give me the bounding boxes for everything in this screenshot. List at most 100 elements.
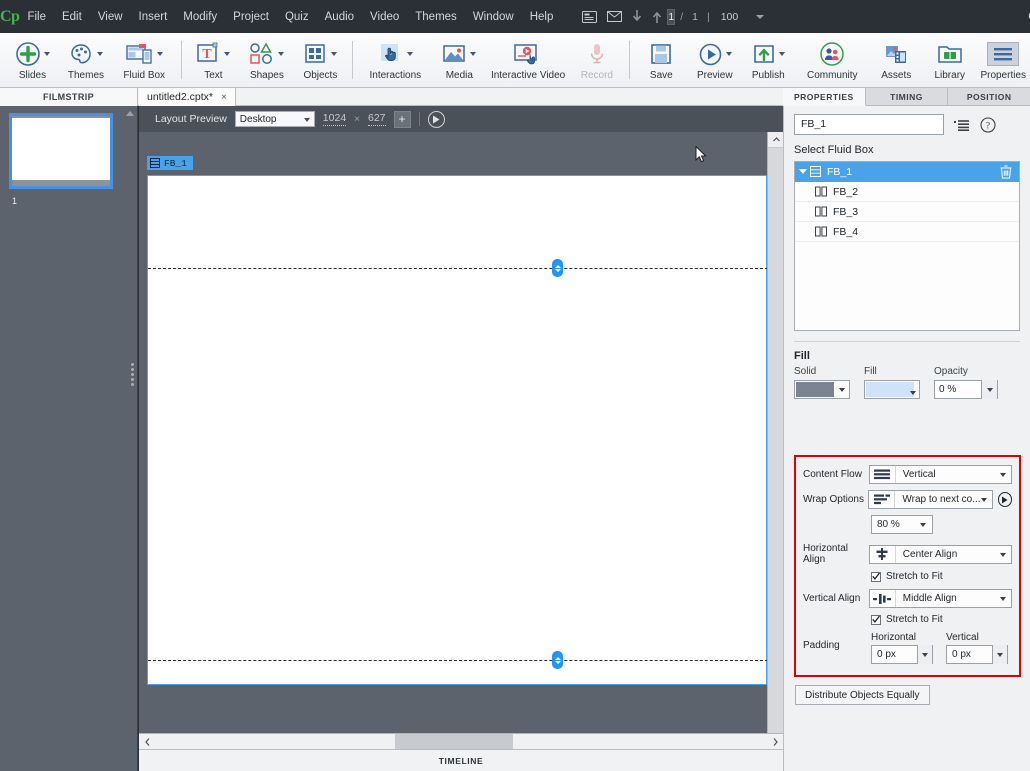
fluid-box-name-input[interactable]: FB_1 [794, 114, 944, 135]
vertical-stretch-to-fit-row[interactable]: Stretch to Fit [871, 614, 1012, 625]
solid-color-picker[interactable] [794, 380, 850, 399]
tab-properties[interactable]: PROPERTIES [783, 88, 866, 106]
zoom-dropdown-arrow[interactable] [744, 15, 780, 19]
chevron-down-icon[interactable] [157, 52, 163, 56]
wrap-percent-select[interactable]: 80 % [871, 515, 933, 534]
menu-modify[interactable]: Modify [175, 7, 225, 27]
chevron-down-icon[interactable] [726, 52, 732, 56]
preview-width[interactable]: 1024 [323, 112, 346, 126]
menu-quiz[interactable]: Quiz [277, 7, 317, 27]
toolbar-preview-button[interactable]: Preview [688, 37, 741, 81]
toolbar-assets-button[interactable]: Assets [870, 37, 923, 81]
toolbar-interactions-button[interactable]: Interactions [358, 37, 433, 81]
menu-file[interactable]: File [19, 7, 54, 27]
canvas-vertical-scrollbar[interactable] [767, 132, 783, 755]
content-flow-select[interactable]: Vertical [869, 465, 1012, 484]
scroll-left-button[interactable] [139, 734, 155, 749]
fluid-box-tree[interactable]: FB_1 FB_2 FB_3 [794, 161, 1020, 331]
current-slide-input[interactable]: 1 [667, 9, 675, 25]
toolbar-fluid-box-button[interactable]: Fluid Box [113, 37, 176, 81]
tab-timing[interactable]: TIMING [866, 88, 949, 106]
filmstrip-resize-handle[interactable] [129, 356, 136, 392]
close-icon[interactable]: × [221, 92, 227, 103]
checkbox-checked-icon[interactable] [871, 615, 881, 625]
fill-color-swatch[interactable] [866, 382, 914, 397]
horizontal-align-select[interactable]: Center Align [869, 545, 1012, 564]
fill-color-picker[interactable] [864, 380, 920, 399]
fluid-box-row-fb2[interactable]: FB_2 [795, 182, 1019, 202]
menu-help[interactable]: Help [522, 7, 562, 27]
chevron-up-icon[interactable] [126, 111, 134, 116]
canvas-horizontal-scrollbar[interactable] [139, 733, 783, 749]
checkbox-checked-icon[interactable] [871, 572, 881, 582]
zoom-level[interactable]: 100 [715, 11, 745, 23]
chevron-down-icon[interactable] [97, 52, 103, 56]
horizontal-scroll-thumb[interactable] [395, 734, 513, 749]
toolbar-slides-button[interactable]: Slides [6, 37, 59, 81]
add-breakpoint-button[interactable]: + [394, 111, 411, 128]
toolbar-properties-button[interactable]: Properties [976, 37, 1029, 81]
document-tab[interactable]: untitled2.cptx* × [139, 88, 236, 106]
resize-vertical-handle[interactable] [552, 651, 563, 669]
solid-color-swatch[interactable] [796, 382, 834, 397]
menu-edit[interactable]: Edit [54, 7, 90, 27]
menu-project[interactable]: Project [225, 7, 277, 27]
mail-icon[interactable] [602, 9, 627, 24]
scroll-right-button[interactable] [767, 734, 783, 749]
slide-thumbnail[interactable] [9, 113, 113, 189]
slide-stage[interactable]: FB_1 [139, 132, 767, 755]
toolbar-save-button[interactable]: Save [635, 37, 688, 81]
menu-audio[interactable]: Audio [317, 7, 362, 27]
toolbar-themes-button[interactable]: Themes [59, 37, 112, 81]
help-circle-icon[interactable]: ? [980, 117, 996, 133]
arrow-up-icon[interactable] [647, 8, 667, 25]
horizontal-scroll-track[interactable] [155, 734, 767, 749]
padding-vertical-input[interactable]: 0 px [946, 645, 1008, 664]
toolbar-objects-button[interactable]: Objects [294, 37, 347, 81]
chevron-down-icon[interactable] [470, 52, 476, 56]
menu-window[interactable]: Window [465, 7, 522, 27]
list-menu-icon[interactable] [954, 118, 970, 132]
chevron-down-icon[interactable] [224, 52, 230, 56]
play-circle-icon[interactable] [428, 111, 445, 128]
chevron-down-icon[interactable] [331, 52, 337, 56]
toolbar-text-button[interactable]: T Text [187, 37, 240, 81]
scroll-up-button[interactable] [768, 132, 784, 148]
distribute-objects-equally-button[interactable]: Distribute Objects Equally [795, 685, 930, 705]
toolbar-media-button[interactable]: Media [433, 37, 486, 81]
toolbar-shapes-button[interactable]: Shapes [240, 37, 293, 81]
padding-horizontal-input[interactable]: 0 px [871, 645, 933, 664]
chevron-down-icon[interactable] [779, 52, 785, 56]
horizontal-stretch-to-fit-row[interactable]: Stretch to Fit [871, 571, 1012, 582]
toolbar-library-button[interactable]: Library [923, 37, 976, 81]
toolbar-publish-button[interactable]: Publish [742, 37, 795, 81]
filmstrip-panel-tab[interactable]: FILMSTRIP [0, 88, 138, 106]
caret-down-icon[interactable] [799, 169, 807, 174]
trash-icon[interactable] [1000, 165, 1012, 179]
timeline-panel-header[interactable]: TIMELINE [139, 749, 783, 771]
resize-vertical-handle[interactable] [552, 259, 563, 277]
chevron-down-icon[interactable] [278, 52, 284, 56]
slide-canvas[interactable] [147, 175, 767, 685]
padding-vertical-stepper[interactable] [992, 645, 1007, 664]
device-select[interactable]: Desktop [235, 111, 315, 127]
chevron-down-icon[interactable] [839, 388, 845, 392]
arrow-down-icon[interactable] [627, 8, 647, 25]
slide-thumbnail-item[interactable] [9, 113, 113, 189]
vertical-align-select[interactable]: Middle Align [869, 589, 1012, 608]
presentation-icon[interactable] [577, 9, 602, 25]
chevron-down-icon[interactable] [910, 391, 916, 395]
menu-themes[interactable]: Themes [407, 7, 465, 27]
chevron-down-icon[interactable] [407, 52, 413, 56]
fluid-box-guide-top[interactable] [148, 268, 767, 269]
opacity-input[interactable]: 0 % [934, 380, 998, 399]
preview-height[interactable]: 627 [368, 112, 386, 126]
fluid-box-row-fb1[interactable]: FB_1 [795, 162, 1019, 182]
play-circle-icon[interactable] [998, 492, 1013, 507]
filmstrip-scrollbar[interactable] [125, 108, 135, 768]
fluid-box-row-fb4[interactable]: FB_4 [795, 222, 1019, 242]
chevron-down-icon[interactable] [44, 52, 50, 56]
wrap-options-select[interactable]: Wrap to next co... [868, 490, 992, 509]
toolbar-interactive-video-button[interactable]: Interactive Video [486, 37, 570, 81]
menu-view[interactable]: View [90, 7, 131, 27]
